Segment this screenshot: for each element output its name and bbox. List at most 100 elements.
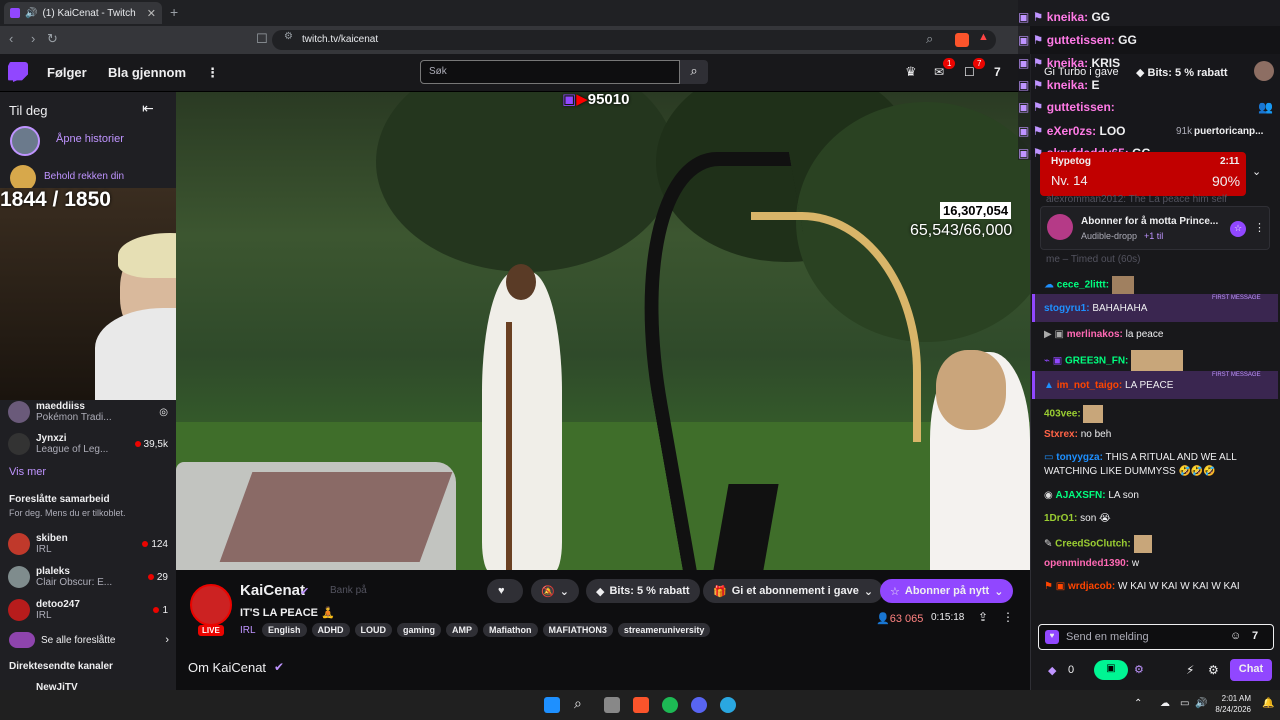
discord-icon[interactable] <box>691 697 707 713</box>
show-more-link[interactable]: Vis mer <box>9 466 46 478</box>
channel-name: Jynxzi <box>36 433 67 444</box>
audible-avatar <box>1047 214 1073 240</box>
avatar <box>8 401 30 423</box>
promo-more[interactable]: +1 til <box>1144 231 1163 241</box>
notifications-icon[interactable]: ☐ <box>964 65 975 79</box>
twitch-favicon-icon <box>10 8 20 18</box>
back-icon[interactable]: ‹ <box>9 31 13 46</box>
chevron-down-icon[interactable]: ⌄ <box>1252 165 1261 178</box>
chat-message: ✎ CreedSoClutch: <box>1044 535 1276 553</box>
bits-discount-button[interactable]: ◆ Bits: 5 % rabatt <box>586 579 700 603</box>
open-stories-link[interactable]: Åpne historier <box>56 133 124 145</box>
users-icon[interactable]: 👥 <box>1258 100 1273 114</box>
tag[interactable]: LOUD <box>354 623 393 637</box>
star-icon[interactable]: ☆ <box>1230 221 1246 237</box>
tag-list: English ADHD LOUD gaming AMP Mafiathon M… <box>262 623 711 637</box>
bits-discount-nav[interactable]: ◆ Bits: 5 % rabatt <box>1136 66 1228 79</box>
gift-sub-button[interactable]: 🎁 Gi et abonnement i gave ⌄ <box>703 579 884 603</box>
more-options-icon[interactable]: ⋮ <box>1254 221 1265 234</box>
category-link[interactable]: IRL <box>240 625 256 636</box>
channel-name[interactable]: KaiCenat <box>240 582 305 599</box>
chevron-right-icon: › <box>165 634 169 646</box>
viewer-count: 👤63 065 <box>876 613 924 625</box>
bits-icon[interactable]: ◆ <box>1048 664 1056 677</box>
reload-icon[interactable]: ↻ <box>47 31 58 47</box>
search-input[interactable]: Søk <box>420 60 680 84</box>
notification-center-icon[interactable]: 🔔 <box>1262 698 1274 709</box>
share-icon[interactable]: ⇪ <box>978 610 988 624</box>
spotify-icon[interactable] <box>662 697 678 713</box>
close-tab-icon[interactable]: ✕ <box>147 7 156 20</box>
forward-icon[interactable]: › <box>31 31 35 46</box>
bank-button[interactable]: Bank på <box>330 585 367 596</box>
start-icon[interactable] <box>544 697 560 713</box>
tag[interactable]: gaming <box>397 623 442 637</box>
turbo-icon[interactable]: 7 <box>1252 630 1258 642</box>
sidebar-channel[interactable]: Jynxzi League of Leg... 39,5k <box>8 430 168 458</box>
tray-overflow-icon[interactable]: ⌃ <box>1134 698 1142 709</box>
more-menu-icon[interactable]: ⋮ <box>206 65 219 81</box>
new-tab-icon[interactable]: + <box>170 4 178 20</box>
volume-icon[interactable]: 🔊 <box>1195 698 1207 709</box>
sidebar-collab[interactable]: skiben IRL 124 <box>8 530 168 558</box>
channel-avatar[interactable] <box>190 584 232 626</box>
bookmark-icon[interactable]: ☐ <box>256 31 268 47</box>
chat-input-placeholder: Send en melding <box>1066 631 1149 643</box>
emote-icon[interactable]: ☺ <box>1230 630 1241 642</box>
zoom-icon[interactable]: ⌕ <box>926 31 933 47</box>
video-player[interactable] <box>176 92 1030 570</box>
crown-icon[interactable]: ♛ <box>905 64 917 80</box>
tag[interactable]: Mafiathon <box>483 623 538 637</box>
collapse-sidebar-icon[interactable]: ⇤ <box>142 100 154 117</box>
viewer-count: 1 <box>162 604 168 616</box>
turbo-gift-nav[interactable]: Gi Turbo i gave <box>1044 66 1119 78</box>
tag[interactable]: streameruniversity <box>617 623 711 637</box>
tag[interactable]: English <box>262 623 307 637</box>
notification-bell-button[interactable]: 🔕 ⌄ <box>531 579 579 603</box>
brave-shield-icon[interactable] <box>955 33 969 47</box>
following-link[interactable]: Følger <box>47 65 87 80</box>
sub-goal-counter: 1844 / 1850 <box>0 188 111 211</box>
top-gifter[interactable]: puertoricanp... <box>1194 126 1263 137</box>
inbox-icon[interactable]: ✉ <box>934 65 944 79</box>
brave-rewards-icon[interactable]: ▲ <box>978 31 989 43</box>
settings-icon[interactable]: ⚙ <box>1208 663 1219 677</box>
site-info-icon[interactable]: ⚙ <box>284 31 293 42</box>
chat-badge-icon[interactable]: ♥ <box>1045 630 1059 644</box>
user-avatar[interactable] <box>1254 61 1274 81</box>
gift-icon[interactable]: ⚙ <box>1134 663 1144 676</box>
wifi-icon[interactable]: ▭ <box>1180 698 1189 709</box>
more-options-icon[interactable]: ⋮ <box>1002 610 1014 624</box>
stories-avatar[interactable] <box>10 126 40 156</box>
see-all-suggested[interactable]: Se alle foreslåtte › <box>9 632 169 648</box>
follow-heart-button[interactable]: ♥ <box>487 579 523 603</box>
resubscribe-button[interactable]: ☆ Abonner på nytt ⌄ <box>880 579 1014 603</box>
sidebar-collab[interactable]: plaleks Clair Obscur: E... 29 <box>8 563 168 591</box>
search-icon[interactable]: ⌕ <box>574 695 582 712</box>
chat-message: openminded1390: w <box>1044 558 1140 569</box>
activity-icon[interactable]: ⚡ <box>1186 663 1194 677</box>
channel-points-button[interactable]: ▣ <box>1094 660 1128 680</box>
star-icon: ☆ <box>890 585 900 598</box>
live-dot-icon <box>134 441 141 447</box>
overlay-chat-line: ▣ ⚑ guttetissen: GG <box>1018 33 1137 47</box>
channel-name: detoo247 <box>36 599 80 610</box>
browser-tab[interactable]: 🔊 (1) KaiCenat - Twitch ✕ <box>4 2 162 24</box>
keep-streak-link[interactable]: Behold rekken din <box>44 171 124 182</box>
for-you-heading: Til deg <box>9 103 48 118</box>
browse-link[interactable]: Bla gjennom <box>108 65 186 80</box>
chat-send-button[interactable]: Chat <box>1230 659 1272 681</box>
task-view-icon[interactable] <box>604 697 620 713</box>
channel-category: Pokémon Tradi... <box>36 412 112 423</box>
turbo-icon[interactable]: 7 <box>994 65 1001 79</box>
network-icon[interactable]: ☁ <box>1160 698 1170 709</box>
tag[interactable]: MAFIATHON3 <box>542 623 613 637</box>
sidebar-channel[interactable]: maeddiiss Pokémon Tradi... ◎ <box>8 398 168 426</box>
search-icon[interactable]: ⌕ <box>680 60 708 84</box>
app-icon[interactable] <box>720 697 736 713</box>
brave-icon[interactable] <box>633 697 649 713</box>
sidebar-collab[interactable]: detoo247 IRL 1 <box>8 596 168 624</box>
tag[interactable]: AMP <box>446 623 479 637</box>
tag[interactable]: ADHD <box>311 623 350 637</box>
url-field[interactable]: twitch.tv/kaicenat <box>272 30 996 50</box>
